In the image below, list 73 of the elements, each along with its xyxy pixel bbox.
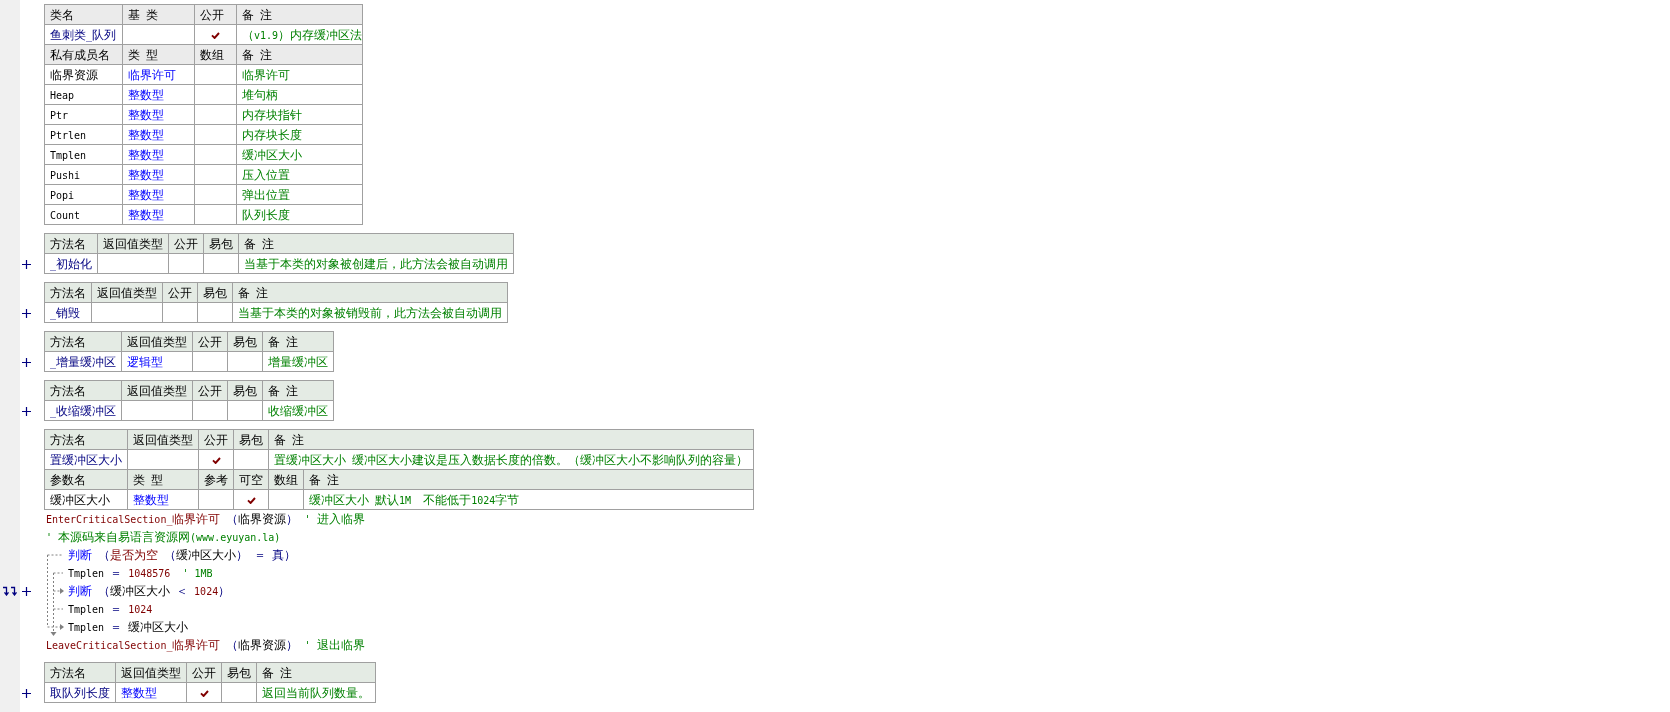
- column-header: 备 注: [236, 4, 363, 25]
- code-line: 判断 （缓冲区大小 ＜ 1024）: [68, 584, 231, 598]
- column-header: 易包: [197, 282, 233, 303]
- code-line: Tmplen ＝ 缓冲区大小: [68, 620, 189, 634]
- code-line: ' 本源码来自易语言资源网(www.eyuyan.la): [46, 530, 281, 544]
- table-cell: 鱼刺类_队列: [44, 24, 123, 45]
- column-header: 方法名: [44, 233, 98, 254]
- column-header: 返回值类型: [121, 380, 193, 401]
- column-header: 公开: [198, 429, 234, 450]
- table-cell: 取队列长度: [44, 682, 116, 703]
- column-header: 类名: [44, 4, 123, 25]
- table-cell: Pushi: [44, 164, 123, 185]
- column-header: 返回值类型: [121, 331, 193, 352]
- column-header: 方法名: [44, 282, 92, 303]
- column-header: 方法名: [44, 380, 122, 401]
- table-cell: _初始化: [44, 253, 98, 274]
- table-cell: 置缓冲区大小 缓冲区大小建议是压入数据长度的倍数。（缓冲区大小不影响队列的容量）: [268, 449, 754, 470]
- column-header: 基 类: [122, 4, 195, 25]
- column-header: 备 注: [268, 429, 754, 450]
- plus-icon[interactable]: [22, 586, 31, 596]
- column-header: 备 注: [232, 282, 508, 303]
- column-header: 公开: [192, 331, 228, 352]
- plus-icon[interactable]: [22, 357, 31, 367]
- column-header: 公开: [192, 380, 228, 401]
- column-header: 备 注: [256, 662, 376, 683]
- table-cell: Ptrlen: [44, 124, 123, 145]
- column-header: 备 注: [238, 233, 514, 254]
- code-line: Tmplen ＝ 1048576 ' 1MB: [68, 566, 213, 580]
- column-header: 私有成员名: [44, 44, 123, 65]
- column-header: 备 注: [262, 380, 334, 401]
- code-line: EnterCriticalSection_临界许可 （临界资源） ' 进入临界: [46, 512, 365, 526]
- table-cell: _销毁: [44, 302, 92, 323]
- column-header: 公开: [194, 4, 237, 25]
- column-header: 易包: [227, 380, 263, 401]
- code-line: 判断 （是否为空 （缓冲区大小） ＝ 真）: [68, 548, 297, 562]
- column-header: 公开: [186, 662, 222, 683]
- check-icon: [246, 496, 256, 504]
- table-cell: 临界资源: [44, 64, 123, 85]
- table-cell: 缓冲区大小: [44, 489, 128, 510]
- column-header: 公开: [168, 233, 204, 254]
- check-icon: [199, 689, 209, 697]
- column-header: 公开: [162, 282, 198, 303]
- check-icon: [211, 31, 220, 39]
- column-header: 方法名: [44, 331, 122, 352]
- column-header: 返回值类型: [127, 429, 199, 450]
- column-header: 方法名: [44, 662, 116, 683]
- table-cell: _收缩缓冲区: [44, 400, 122, 421]
- code-line: Tmplen ＝ 1024: [68, 602, 153, 616]
- code-line: LeaveCriticalSection_临界许可 （临界资源） ' 退出临界: [46, 638, 365, 652]
- check-icon: [211, 456, 221, 464]
- column-header: 易包: [227, 331, 263, 352]
- column-header: 方法名: [44, 429, 128, 450]
- column-header: 易包: [233, 429, 269, 450]
- plus-icon[interactable]: [22, 259, 31, 269]
- column-header: 易包: [221, 662, 257, 683]
- table-cell: 置缓冲区大小: [44, 449, 128, 470]
- column-header: 返回值类型: [91, 282, 163, 303]
- column-header: 返回值类型: [97, 233, 169, 254]
- column-header: 返回值类型: [115, 662, 187, 683]
- column-header: 易包: [203, 233, 239, 254]
- column-header: 备 注: [262, 331, 334, 352]
- table-cell: Tmplen: [44, 144, 123, 165]
- column-header: 备 注: [303, 469, 754, 490]
- table-cell: Count: [44, 204, 123, 225]
- plus-icon[interactable]: [22, 308, 31, 318]
- table-cell: _增量缓冲区: [44, 351, 122, 372]
- column-header: 参数名: [44, 469, 128, 490]
- table-cell: 缓冲区大小 默认1M 不能低于1024字节: [303, 489, 754, 510]
- plus-icon[interactable]: [22, 406, 31, 416]
- table-cell: Popi: [44, 184, 123, 205]
- table-cell: Heap: [44, 84, 123, 105]
- table-cell: Ptr: [44, 104, 123, 125]
- plus-icon[interactable]: [22, 688, 31, 698]
